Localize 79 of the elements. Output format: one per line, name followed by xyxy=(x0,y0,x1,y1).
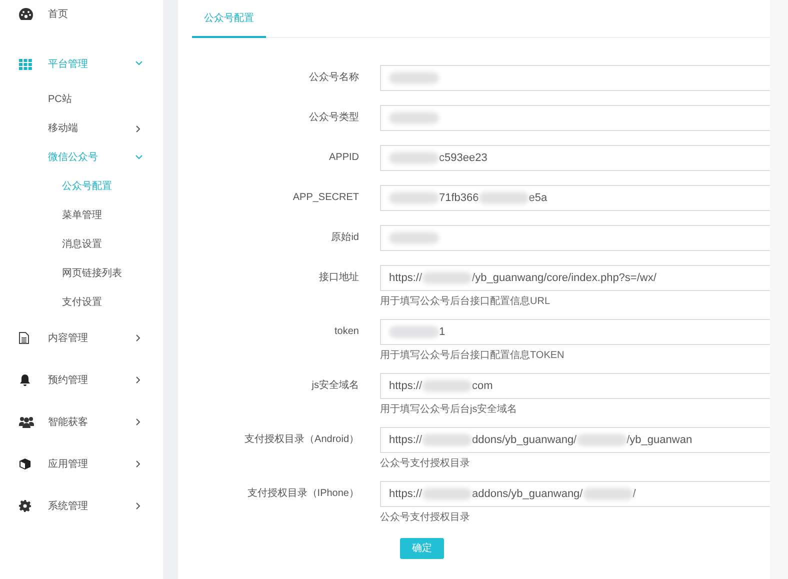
blurred-text xyxy=(582,488,633,500)
field-label: 支付授权目录（Android） xyxy=(244,432,360,447)
blurred-text xyxy=(389,192,439,204)
field-value: https:// xyxy=(389,270,422,286)
blurred-text xyxy=(422,488,472,500)
blurred-text xyxy=(389,72,439,84)
sidebar-menu-item[interactable]: 应用管理 xyxy=(0,443,163,485)
bell-icon xyxy=(19,374,31,386)
sidebar-menu-item[interactable]: 系统管理 xyxy=(0,485,163,527)
gear-icon xyxy=(19,500,31,512)
blurred-text xyxy=(389,232,439,244)
field-label: APP_SECRET xyxy=(292,191,360,205)
field-value: c593ee23 xyxy=(439,150,488,166)
sidebar-menu-item[interactable]: 预约管理 xyxy=(0,359,163,401)
field-label: 公众号名称 xyxy=(308,71,360,85)
blurred-text xyxy=(389,112,439,124)
field-value: addons/yb_guanwang/ xyxy=(472,486,583,502)
sidebar-menu-item[interactable]: 智能获客 xyxy=(0,401,163,443)
help-text: 用于填写公众号后台js安全域名 xyxy=(380,402,518,417)
input-field[interactable]: https:// com xyxy=(380,373,770,399)
chevron-right-icon xyxy=(135,502,143,510)
blurred-text xyxy=(422,434,472,446)
field-value: https:// xyxy=(389,432,422,448)
field-label: 接口地址 xyxy=(318,270,360,285)
input-field[interactable]: https:// ddons/yb_guanwang/ /yb_guanwan xyxy=(380,427,770,453)
blurred-text xyxy=(389,326,439,338)
cube-icon xyxy=(19,458,31,470)
field-value: /yb_guanwan xyxy=(626,432,692,448)
field-value: https:// xyxy=(389,486,422,502)
field-value: ddons/yb_guanwang/ xyxy=(472,432,577,448)
field-label: js安全域名 xyxy=(310,378,360,393)
sidebar-submenu-item[interactable]: 菜单管理 xyxy=(0,201,163,230)
chevron-right-icon xyxy=(135,124,143,132)
field-label: APPID xyxy=(328,151,360,165)
help-text: 公众号支付授权目录 xyxy=(380,510,470,525)
field-label: 公众号类型 xyxy=(308,110,360,125)
chevron-down-icon xyxy=(135,60,143,68)
input-field[interactable] xyxy=(380,65,770,91)
sidebar-submenu-item[interactable]: 网页链接列表 xyxy=(0,259,163,288)
input-field[interactable]: https:// /yb_guanwang/core/index.php?s=/wx/ xyxy=(380,265,770,291)
dashboard-icon xyxy=(19,8,33,20)
input-field[interactable]: 71fb366 e5a xyxy=(380,185,770,211)
sidebar-menu-item[interactable]: 首页 xyxy=(0,2,163,26)
field-value: e5a xyxy=(528,190,548,206)
field-value: https:// xyxy=(389,378,422,394)
document-icon xyxy=(19,332,29,344)
chevron-right-icon xyxy=(135,334,143,342)
field-value: / xyxy=(632,486,636,502)
input-field[interactable]: c593ee23 xyxy=(380,145,770,171)
input-field[interactable]: 1 xyxy=(380,319,770,345)
blurred-text xyxy=(478,192,529,204)
sidebar-menu-item[interactable]: 内容管理 xyxy=(0,317,163,359)
blurred-text xyxy=(422,380,472,392)
field-label: token xyxy=(334,325,360,339)
chevron-right-icon xyxy=(135,460,143,468)
help-text: 用于填写公众号后台接口配置信息URL xyxy=(380,294,550,309)
blurred-text xyxy=(422,272,472,284)
input-field[interactable]: https:// addons/yb_guanwang/ / xyxy=(380,481,770,507)
field-value: 1 xyxy=(439,324,446,340)
field-label: 支付授权目录（IPhone） xyxy=(246,486,360,501)
field-label: 原始id xyxy=(330,231,360,245)
chevron-right-icon xyxy=(135,418,143,426)
users-icon xyxy=(19,416,34,428)
sidebar-submenu-item[interactable]: 消息设置 xyxy=(0,230,163,259)
help-text: 公众号支付授权目录 xyxy=(380,456,470,471)
field-value: 71fb366 xyxy=(439,190,479,206)
sidebar-submenu-item[interactable]: PC站 xyxy=(0,85,163,114)
blurred-text xyxy=(389,152,439,164)
grid-icon xyxy=(19,58,32,70)
sidebar-submenu-item[interactable]: 支付设置 xyxy=(0,288,163,317)
field-value: com xyxy=(472,378,493,394)
blurred-text xyxy=(576,434,627,446)
chevron-right-icon xyxy=(135,376,143,384)
field-value: /yb_guanwang/core/index.php?s=/wx/ xyxy=(472,270,656,286)
input-field[interactable] xyxy=(380,225,770,251)
chevron-down-icon xyxy=(135,154,143,162)
help-text: 用于填写公众号后台接口配置信息TOKEN xyxy=(380,348,564,363)
sidebar-submenu-item[interactable]: 移动端 xyxy=(0,114,163,143)
input-field[interactable] xyxy=(380,105,770,131)
